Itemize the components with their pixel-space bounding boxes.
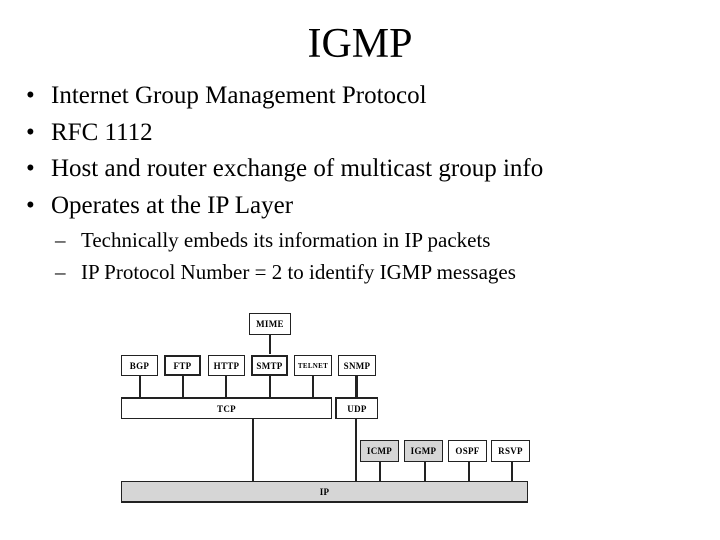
- protocol-box-ftp: FTP: [164, 355, 201, 376]
- connector-tcp-ip: [252, 418, 254, 482]
- protocol-box-http: HTTP: [208, 355, 245, 376]
- connector-smtp-tcp: [269, 375, 271, 398]
- connector-icmp-ip: [379, 461, 381, 482]
- connector-ftp-tcp: [182, 375, 184, 398]
- protocol-box-udp: UDP: [335, 397, 378, 419]
- protocol-box-ip: IP: [121, 481, 528, 503]
- protocol-box-telnet: TELNET: [294, 355, 332, 376]
- protocol-box-smtp: SMTP: [251, 355, 288, 376]
- connector-http-tcp: [225, 375, 227, 398]
- protocol-box-rsvp: RSVP: [491, 440, 530, 462]
- protocol-box-icmp: ICMP: [360, 440, 399, 462]
- protocol-stack-diagram: MIME BGP FTP HTTP SMTP TELNET SNMP TCP U…: [0, 0, 720, 540]
- protocol-box-tcp: TCP: [121, 397, 332, 419]
- connector-mime-smtp: [269, 334, 271, 354]
- connector-bgp-tcp: [139, 375, 141, 398]
- protocol-box-snmp: SNMP: [338, 355, 376, 376]
- protocol-box-bgp: BGP: [121, 355, 158, 376]
- connector-snmp-udp: [355, 375, 358, 398]
- connector-igmp-ip: [424, 461, 426, 482]
- connector-rsvp-ip: [511, 461, 513, 482]
- protocol-box-ospf: OSPF: [448, 440, 487, 462]
- connector-udp-ip: [355, 418, 357, 482]
- connector-telnet-tcp: [312, 375, 314, 398]
- connector-ospf-ip: [468, 461, 470, 482]
- protocol-box-mime: MIME: [249, 313, 291, 335]
- protocol-box-igmp: IGMP: [404, 440, 443, 462]
